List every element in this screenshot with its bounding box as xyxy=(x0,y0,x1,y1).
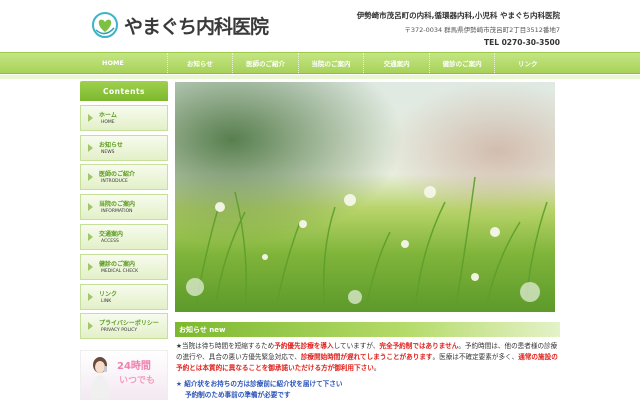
banner-24h-text: 24時間 xyxy=(117,361,151,372)
sidebar-item-label: 当院のご案内 xyxy=(99,201,136,209)
sidebar-item-sublabel: PRIVACY POLICY xyxy=(101,328,138,334)
news-text: 。 xyxy=(373,364,381,372)
nav-underline-band xyxy=(0,75,640,79)
sidebar-item-privacy-policy[interactable]: プライバシーポリシー PRIVACY POLICY xyxy=(80,313,168,340)
sidebar-item-sublabel: ACCESS xyxy=(101,238,119,244)
news-highlight: 予約優先診療を導入 xyxy=(274,342,334,350)
sidebar-title: Contents xyxy=(80,81,168,101)
sidebar-item-sublabel: INFORMATION xyxy=(101,209,133,215)
news-paragraph: ★当院は待ち時間を短縮するため予約優先診療を導入していますが、完全予約制ではあり… xyxy=(176,341,560,374)
arrow-right-icon xyxy=(88,143,93,152)
clover-meadow-image xyxy=(175,82,555,312)
nav-access[interactable]: 交通案内 xyxy=(364,53,430,73)
arrow-right-icon xyxy=(88,113,93,122)
news-preparation-notice: 予約制のため事前の準備が必要です xyxy=(185,391,291,399)
nav-medical-check[interactable]: 健診のご案内 xyxy=(430,53,496,73)
header-info: 伊勢崎市茂呂町の内科,循環器内科,小児科 やまぐち内科医院 〒372-0034 … xyxy=(357,10,560,47)
arrow-right-icon xyxy=(88,292,93,301)
logo-text: やまぐち内科医院 xyxy=(124,15,269,38)
sidebar-item-link[interactable]: リンク LINK xyxy=(80,283,168,310)
nav-link[interactable]: リンク xyxy=(495,53,560,73)
sidebar-item-news[interactable]: お知らせ NEWS xyxy=(80,134,168,161)
arrow-right-icon xyxy=(88,203,93,212)
global-nav: HOME お知らせ 医師のご紹介 当院のご案内 交通案内 健診のご案内 リンク xyxy=(0,52,640,74)
site-header: やまぐち内科医院 伊勢崎市茂呂町の内科,循環器内科,小児科 やまぐち内科医院 〒… xyxy=(0,0,640,52)
sidebar-item-label: お知らせ xyxy=(99,141,123,149)
site-logo[interactable]: やまぐち内科医院 xyxy=(90,10,269,40)
sidebar-item-label: 健診のご案内 xyxy=(99,260,136,268)
sidebar-item-home[interactable]: ホーム HOME xyxy=(80,104,168,131)
sidebar-item-introduce[interactable]: 医師のご紹介 INTRODUCE xyxy=(80,164,168,191)
sidebar-item-label: プライバシーポリシー xyxy=(99,320,159,328)
news-text: ★当院は待ち時間を短縮するため xyxy=(176,342,275,350)
sidebar-item-label: ホーム xyxy=(99,111,117,119)
hero-image xyxy=(175,82,555,312)
news-referral-notice: ★ 紹介状をお持ちの方は診療前に紹介状を届けて下さい xyxy=(176,380,343,388)
news-section-header: お知らせ new xyxy=(175,322,560,337)
arrow-right-icon xyxy=(88,173,93,182)
sidebar-item-sublabel: LINK xyxy=(101,298,112,304)
header-tel[interactable]: TEL 0270-30-3500 xyxy=(357,38,560,47)
news-highlight: 診療開始時間が遅れてしまうことがあります xyxy=(300,353,433,361)
nav-introduce[interactable]: 医師のご紹介 xyxy=(233,53,299,73)
nav-information[interactable]: 当院のご案内 xyxy=(299,53,365,73)
news-text: していますが、 xyxy=(333,342,380,350)
news-section-title: お知らせ new xyxy=(179,325,226,334)
nav-home[interactable]: HOME xyxy=(80,53,168,73)
news-highlight: 完全予約制ではありません xyxy=(379,342,459,350)
sidebar-item-label: 医師のご紹介 xyxy=(99,171,136,179)
arrow-right-icon xyxy=(88,322,93,331)
sidebar-item-label: リンク xyxy=(99,290,118,298)
nav-news[interactable]: お知らせ xyxy=(168,53,234,73)
arrow-right-icon xyxy=(88,262,93,271)
sidebar: Contents ホーム HOME お知らせ NEWS 医師のご紹介 INTRO… xyxy=(80,81,168,340)
woman-with-phone-image xyxy=(90,357,110,399)
sidebar-item-medical-check[interactable]: 健診のご案内 MEDICAL CHECK xyxy=(80,253,168,280)
sidebar-item-sublabel: MEDICAL CHECK xyxy=(101,268,139,274)
sidebar-item-access[interactable]: 交通案内 ACCESS xyxy=(80,223,168,250)
sidebar-item-sublabel: NEWS xyxy=(101,149,115,155)
sidebar-item-sublabel: INTRODUCE xyxy=(101,179,128,185)
sidebar-item-label: 交通案内 xyxy=(99,230,124,238)
news-body: ★当院は待ち時間を短縮するため予約優先診療を導入していますが、完全予約制ではあり… xyxy=(176,341,560,400)
arrow-right-icon xyxy=(88,232,93,241)
reservation-banner[interactable]: 24時間 いつでも xyxy=(80,350,168,400)
news-text: 。医療は不確定要素が多く、 xyxy=(432,353,519,361)
sidebar-item-information[interactable]: 当院のご案内 INFORMATION xyxy=(80,194,168,221)
header-tagline: 伊勢崎市茂呂町の内科,循環器内科,小児科 やまぐち内科医院 xyxy=(356,11,560,20)
logo-heart-icon xyxy=(90,10,120,40)
banner-anytime-text: いつでも xyxy=(119,376,156,386)
header-address: 〒372-0034 群馬県伊勢崎市茂呂町2丁目3512番地7 xyxy=(404,26,560,34)
sidebar-item-sublabel: HOME xyxy=(101,119,115,125)
